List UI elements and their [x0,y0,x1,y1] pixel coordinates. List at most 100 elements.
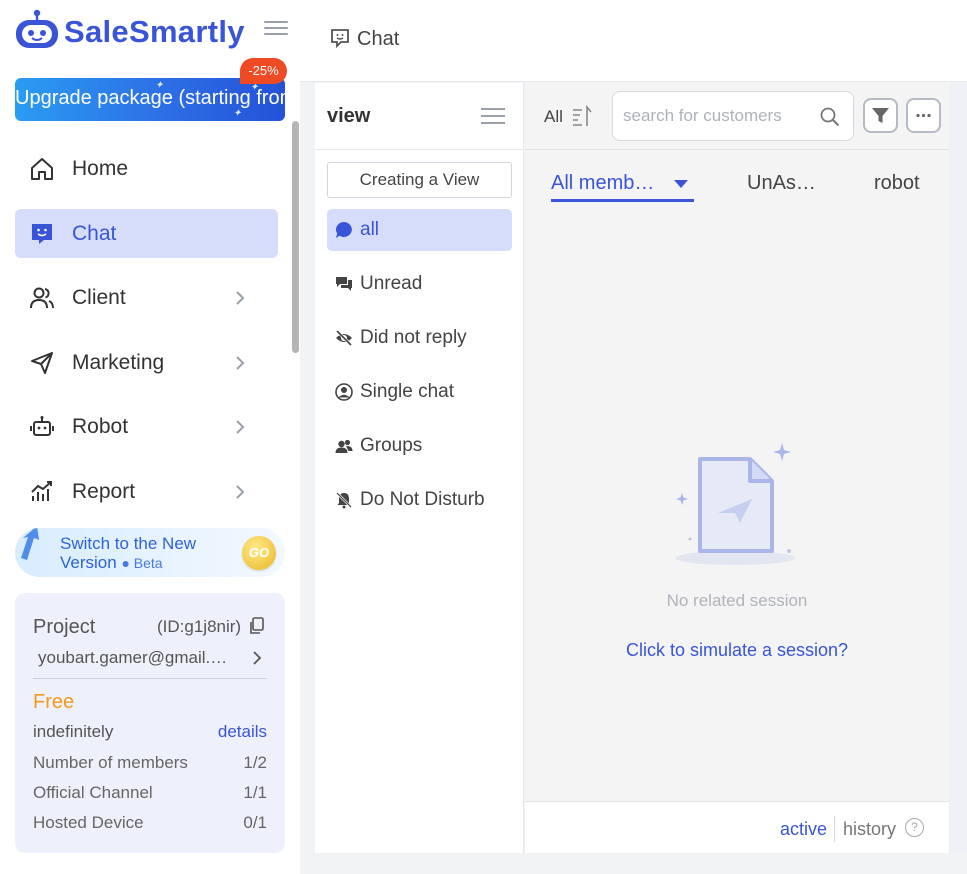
view-label: Unread [360,273,423,294]
switch-line2: Version ● Beta [60,553,163,572]
quota-row-channel: Official Channel 1/1 [33,783,267,802]
user-circle-icon [335,383,353,401]
bell-off-icon [336,492,352,509]
view-label: Did not reply [360,327,467,348]
nav-item-home[interactable]: Home [15,144,278,193]
chat-icon [331,29,349,48]
beta-badge: ● Beta [121,555,163,571]
view-item-all[interactable]: all [327,209,512,251]
nav-item-marketing[interactable]: Marketing [15,338,278,387]
send-icon [31,351,53,374]
nav-item-chat[interactable]: Chat [15,208,278,258]
caret-down-icon[interactable] [674,180,688,188]
nav-label: Report [72,479,136,503]
chat-bubble-icon [335,221,352,238]
view-header: view [315,83,524,150]
search-input[interactable] [623,104,813,128]
nav-label: Chat [72,221,117,245]
nav-item-report[interactable]: Report [15,467,278,516]
discount-badge: -25% [240,58,287,84]
page-header: Chat [300,0,967,82]
tab-all-members[interactable]: All memb… [551,172,654,195]
view-item-unread[interactable]: Unread [327,263,512,305]
copy-icon[interactable] [249,617,265,635]
plan-term: indefinitely [33,722,114,741]
divider [33,678,267,679]
create-view-button[interactable]: Creating a View [327,162,512,198]
arrow-up-icon [21,528,39,560]
status-toggle-bar: active history ? [525,801,949,853]
plan-name: Free [33,691,75,713]
view-label: Do Not Disturb [360,489,485,510]
view-label: Single chat [360,381,455,402]
nav-item-client[interactable]: Client [15,273,278,322]
switch-line1: Switch to the New [60,534,197,553]
brand-name: SaleSmartly [64,14,245,49]
sidebar-scrollbar[interactable] [292,121,299,353]
home-icon [31,158,53,180]
group-icon [335,439,353,453]
conversation-list-panel: All All memb… UnAs… robot No related ses… [525,83,949,853]
assignment-tabs: All memb… UnAs… robot [525,151,949,207]
nav-label: Marketing [72,350,165,374]
chevron-right-icon [236,355,245,370]
chevron-right-icon [236,420,245,434]
simulate-session-link[interactable]: Click to simulate a session? [525,640,949,661]
chevron-right-icon [236,484,245,499]
quota-row-members: Number of members 1/2 [33,753,267,772]
project-card: Project (ID:g1j8nir) youbart.gamer@gmail… [15,593,285,853]
filter-icon [872,108,889,123]
more-icon [916,113,931,118]
view-panel: view Creating a View all Unread Did not … [315,83,524,853]
filter-all-button[interactable]: All [544,107,563,127]
view-label: all [360,219,380,240]
divider [834,816,835,842]
project-title: Project [33,616,96,638]
upgrade-label: Upgrade package (starting from [15,87,285,109]
details-link[interactable]: details [218,722,267,742]
nav-label: Home [72,157,129,180]
view-title: view [327,105,371,127]
view-item-do-not-disturb[interactable]: Do Not Disturb [327,479,512,521]
users-icon [30,287,54,309]
sort-icon[interactable] [571,104,593,128]
quota-row-device: Hosted Device 0/1 [33,813,267,832]
active-toggle[interactable]: active [780,819,827,840]
sidebar: SaleSmartly Upgrade package (starting fr… [0,0,300,874]
right-panel-edge [949,83,967,853]
more-options-button[interactable] [906,98,941,133]
project-id: (ID:g1j8nir) [157,617,242,636]
main-nav: Home Chat Client Marketing Robot Report [15,144,278,531]
page-title: Chat [357,28,400,50]
conversation-toolbar: All [525,83,949,150]
view-menu-icon[interactable] [481,108,505,126]
view-label: Groups [360,435,423,456]
brand-logo[interactable]: SaleSmartly [14,8,288,54]
empty-state-text: No related session [666,591,808,610]
view-item-single-chat[interactable]: Single chat [327,371,512,413]
switch-version-banner[interactable]: Switch to the New Version ● Beta GO [15,528,285,577]
view-item-groups[interactable]: Groups [327,425,512,467]
search-icon[interactable] [819,106,841,128]
tab-robot[interactable]: robot [874,172,920,195]
robot-logo-icon [16,9,58,48]
view-item-did-not-reply[interactable]: Did not reply [327,317,512,359]
customer-search [612,91,854,141]
filter-button[interactable] [863,98,898,133]
chat-icon [32,223,52,244]
active-tab-underline [551,199,694,202]
help-icon[interactable]: ? [905,818,924,837]
nav-label: Client [72,286,126,309]
chart-icon [31,480,52,501]
upgrade-banner[interactable]: Upgrade package (starting from ✦ ✦ ✦ [15,78,285,121]
sidebar-collapse-icon[interactable] [264,18,288,40]
go-button[interactable]: GO [242,536,276,570]
nav-item-robot[interactable]: Robot [15,402,278,451]
history-toggle[interactable]: history [843,819,896,840]
nav-label: Robot [72,415,129,438]
empty-document-icon [675,443,795,565]
chevron-right-icon[interactable] [249,650,265,666]
tab-unassigned[interactable]: UnAs… [747,172,816,195]
eye-off-icon [335,329,353,347]
unread-messages-icon [336,277,352,291]
